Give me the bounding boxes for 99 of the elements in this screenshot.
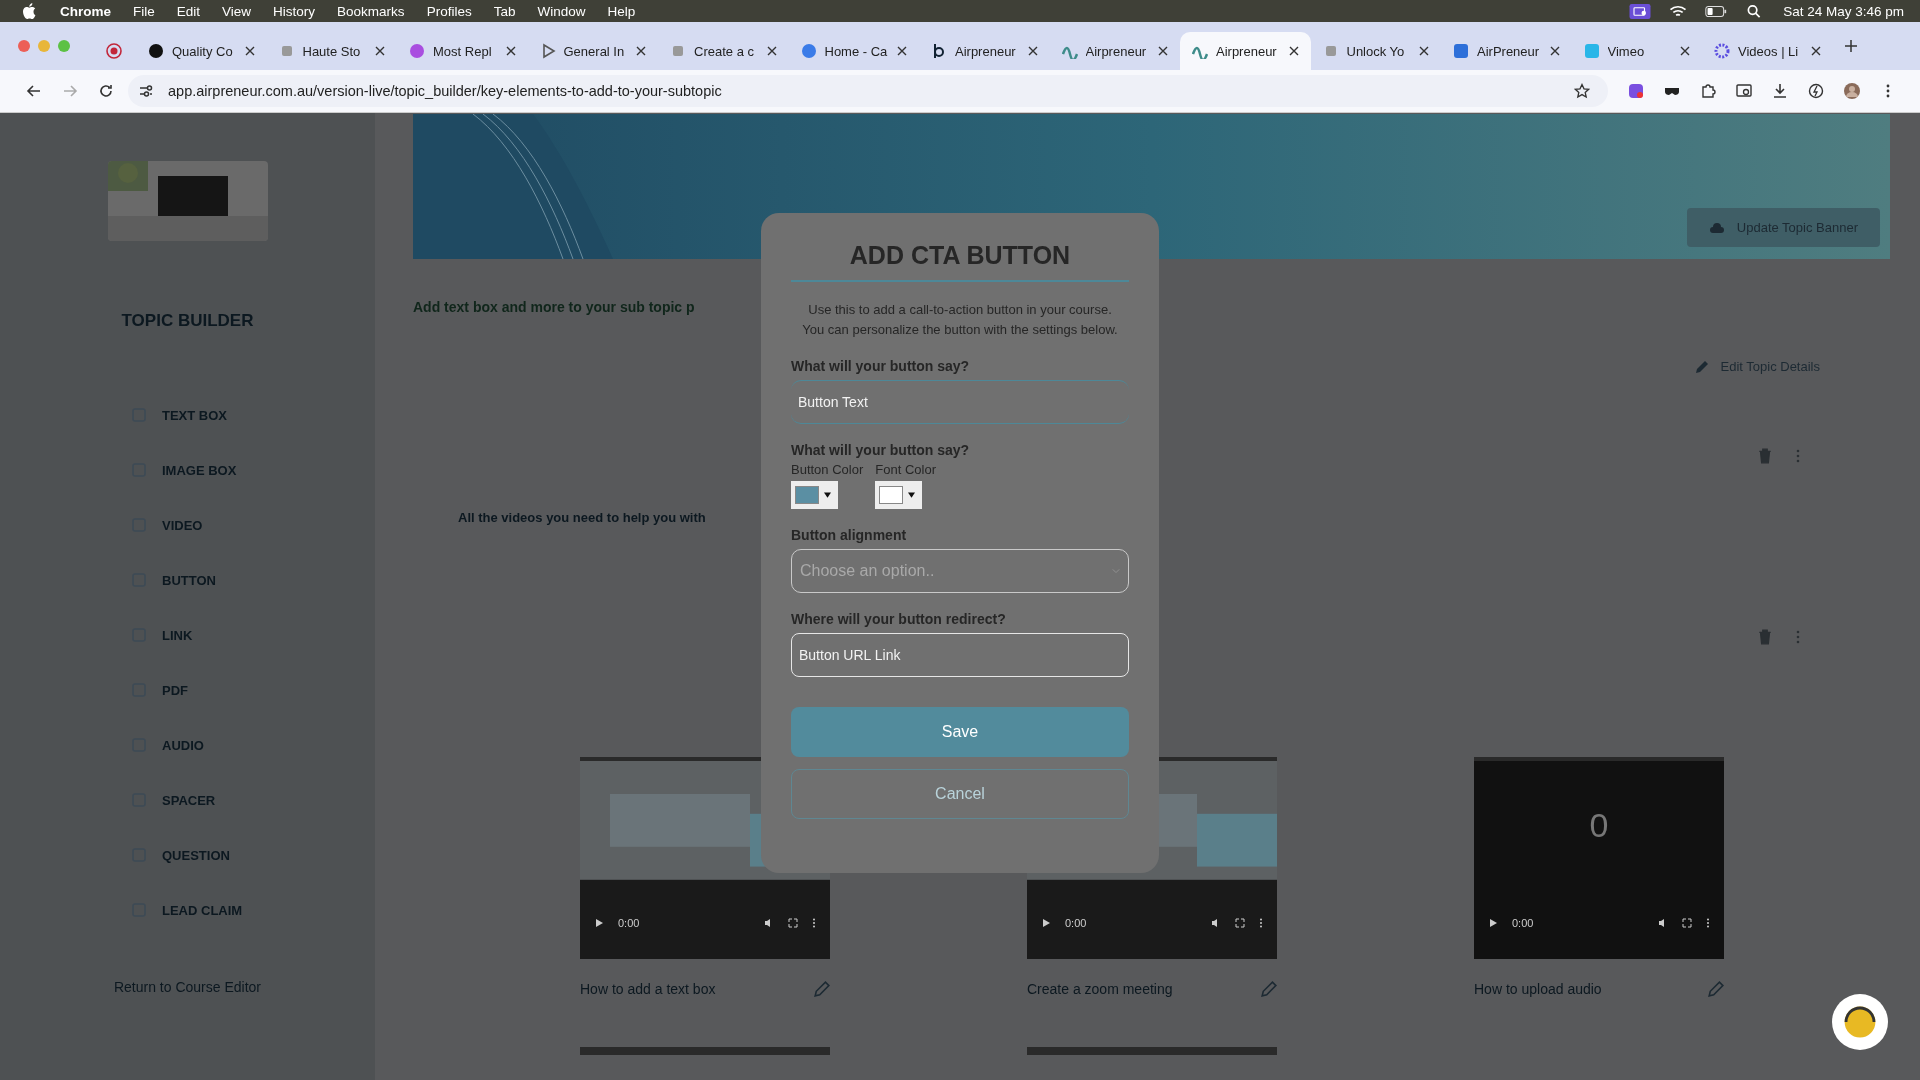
site-icon bbox=[670, 43, 686, 59]
browser-tab[interactable]: Airpreneur bbox=[919, 32, 1050, 70]
menu-item[interactable]: Help bbox=[607, 3, 636, 19]
browser-tab[interactable]: Quality Co bbox=[136, 32, 267, 70]
color-picker[interactable] bbox=[875, 481, 923, 509]
menu-item[interactable]: Window bbox=[537, 3, 586, 19]
field-label: What will your button say? bbox=[791, 442, 971, 458]
more-icon[interactable] bbox=[1259, 918, 1263, 928]
video-time: 0:00 bbox=[1065, 917, 1087, 929]
new-tab-icon[interactable] bbox=[1844, 40, 1857, 52]
more-icon[interactable] bbox=[812, 918, 816, 928]
save-button[interactable]: Save bbox=[791, 707, 1129, 757]
browser-tab[interactable]: Most Repl bbox=[397, 32, 528, 70]
video-title: Create a zoom meeting bbox=[1027, 981, 1174, 997]
pencil-icon bbox=[1694, 359, 1709, 374]
intro-text: Add text box and more to your sub topic p bbox=[413, 299, 695, 315]
browser-tab[interactable]: Vimeo bbox=[1571, 32, 1702, 70]
close-icon[interactable] bbox=[1288, 46, 1299, 56]
site-icon bbox=[1714, 43, 1730, 59]
fullscreen-icon[interactable] bbox=[1682, 918, 1692, 928]
site-icon bbox=[1583, 43, 1600, 59]
video-time: 0:00 bbox=[1512, 917, 1534, 929]
cloud-upload-icon bbox=[1708, 221, 1725, 234]
counter-text: 0 bbox=[1588, 806, 1610, 845]
reload-icon[interactable] bbox=[98, 83, 114, 99]
download-icon[interactable] bbox=[1772, 83, 1788, 99]
browser-tab[interactable]: Videos | Li bbox=[1702, 32, 1833, 70]
color-picker[interactable] bbox=[791, 481, 838, 509]
screen-share-icon[interactable] bbox=[1629, 3, 1652, 19]
dialog-description: Use this to add a call-to-action button in your course. You can personalize the button with the settings below. bbox=[801, 301, 1119, 339]
play-icon[interactable] bbox=[594, 918, 604, 928]
menu-item[interactable]: Tab bbox=[493, 3, 516, 19]
play-icon[interactable] bbox=[1488, 918, 1498, 928]
back-icon[interactable] bbox=[26, 83, 42, 99]
browser-tab[interactable]: Home - Ca bbox=[788, 32, 919, 70]
video-player[interactable]: 0 0:00 bbox=[1474, 757, 1724, 959]
video-time: 0:00 bbox=[618, 917, 640, 929]
close-icon[interactable] bbox=[1680, 46, 1690, 56]
browser-tab[interactable]: Create a c bbox=[658, 32, 789, 70]
url-field[interactable]: Button URL Link bbox=[791, 633, 1129, 677]
browser-tab[interactable]: Haute Sto bbox=[266, 32, 397, 70]
dialog-title: ADD CTA BUTTON bbox=[848, 241, 1072, 270]
close-icon[interactable] bbox=[1549, 46, 1560, 56]
close-icon[interactable] bbox=[1810, 46, 1821, 56]
video-title: How to add a text box bbox=[580, 981, 717, 997]
browser-tab[interactable]: Unlock Yo bbox=[1310, 32, 1441, 70]
tune-icon[interactable] bbox=[138, 83, 154, 99]
menu-item[interactable]: Profiles bbox=[426, 3, 472, 19]
field-label: What will your button say? bbox=[791, 358, 971, 374]
site-icon bbox=[1453, 43, 1469, 59]
close-icon[interactable] bbox=[1419, 46, 1429, 56]
menu-item[interactable]: File bbox=[133, 3, 155, 19]
close-icon[interactable] bbox=[897, 46, 907, 56]
field-label: Button alignment bbox=[791, 527, 908, 543]
play-icon[interactable] bbox=[1041, 918, 1051, 928]
more-icon[interactable] bbox=[1706, 918, 1710, 928]
browser-tab[interactable]: AirPreneur bbox=[1441, 32, 1572, 70]
bookmark-star-icon[interactable] bbox=[1574, 83, 1590, 99]
menu-item[interactable]: View bbox=[222, 3, 252, 19]
browser-tab[interactable]: Airpreneur bbox=[1180, 32, 1311, 70]
close-icon[interactable] bbox=[375, 46, 385, 56]
close-icon[interactable] bbox=[505, 46, 516, 56]
caret-icon bbox=[908, 492, 916, 498]
menu-item[interactable]: Edit bbox=[176, 3, 201, 19]
button-text-field[interactable]: Button Text bbox=[791, 380, 1129, 424]
site-icon bbox=[931, 43, 947, 59]
support-chat-icon[interactable] bbox=[1832, 994, 1888, 1050]
close-icon[interactable] bbox=[1158, 46, 1168, 56]
fullscreen-icon[interactable] bbox=[788, 918, 798, 928]
extension-icon[interactable] bbox=[1628, 83, 1644, 99]
videos-heading: All the videos you need to help you with bbox=[458, 510, 706, 525]
close-icon[interactable] bbox=[244, 46, 255, 56]
field-label: Where will your button redirect? bbox=[791, 611, 1007, 627]
battery-icon[interactable] bbox=[1705, 3, 1728, 19]
menu-clock[interactable]: Sat 24 May 3:46 pm bbox=[1783, 3, 1904, 19]
browser-tab[interactable]: General In bbox=[527, 32, 658, 70]
color-label: Button Color bbox=[791, 462, 864, 477]
site-icon bbox=[106, 43, 122, 59]
sidebar-title: TOPIC BUILDER bbox=[121, 311, 254, 331]
profile-avatar-icon[interactable] bbox=[1844, 83, 1860, 99]
apple-icon[interactable] bbox=[22, 3, 36, 19]
bolt-circle-icon[interactable] bbox=[1808, 83, 1824, 99]
close-icon[interactable] bbox=[766, 46, 777, 56]
site-icon bbox=[800, 43, 817, 59]
caret-icon bbox=[824, 492, 831, 498]
menu-app-name[interactable]: Chrome bbox=[60, 3, 111, 19]
fullscreen-icon[interactable] bbox=[1235, 918, 1245, 928]
close-icon[interactable] bbox=[636, 46, 646, 56]
tab-search-icon[interactable] bbox=[1736, 83, 1752, 99]
menu-item[interactable]: Bookmarks bbox=[337, 3, 405, 19]
video-title: How to upload audio bbox=[1474, 981, 1603, 997]
address-bar[interactable]: app.airpreneur.com.au/version-live/topic_builder/key-elements-to-add-to-your-subtopic bbox=[128, 75, 1608, 107]
site-icon bbox=[409, 43, 425, 59]
color-label: Font Color bbox=[875, 462, 936, 477]
site-icon bbox=[148, 43, 164, 59]
puzzle-icon[interactable] bbox=[1700, 83, 1716, 99]
close-icon[interactable] bbox=[1027, 46, 1038, 56]
menu-item[interactable]: History bbox=[273, 3, 316, 19]
browser-tab[interactable]: Airpreneur bbox=[1049, 32, 1180, 70]
